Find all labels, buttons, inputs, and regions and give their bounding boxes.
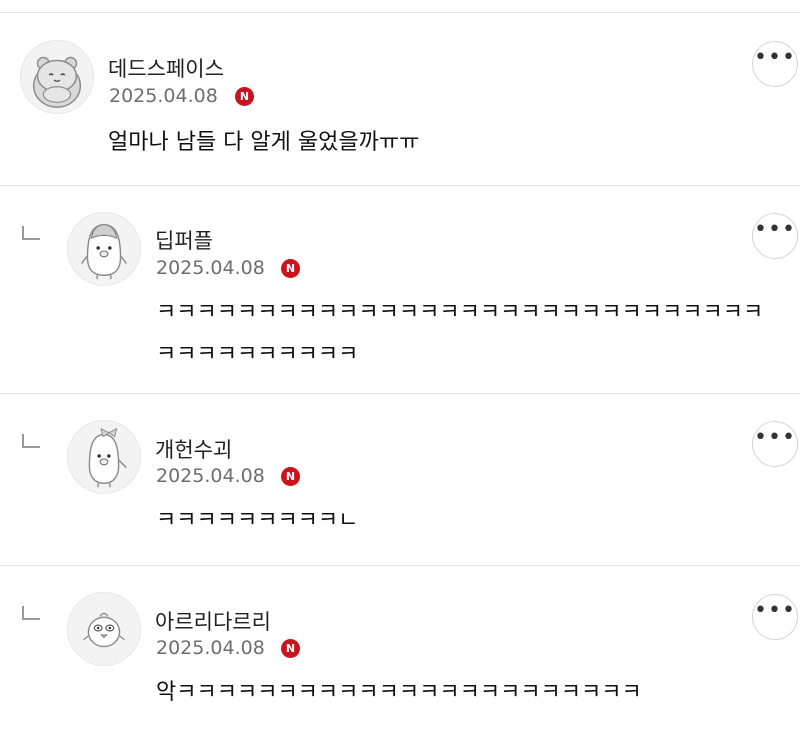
reply-item: 개헌수괴 2025.04.08 N ••• ㅋㅋㅋㅋㅋㅋㅋㅋㅋㄴ (0, 394, 800, 565)
more-options-button[interactable]: ••• (752, 41, 798, 87)
more-options-button[interactable]: ••• (752, 421, 798, 467)
comment-feed: 데드스페이스 2025.04.08 N ••• 얼마나 남들 다 알게 울었을까… (0, 0, 800, 743)
comment-date: 2025.04.08 (109, 85, 218, 107)
reply-indicator-icon (22, 606, 40, 620)
more-icon: ••• (754, 598, 796, 623)
reply-item: 아르리다르리 2025.04.08 N ••• 악ㅋㅋㅋㅋㅋㅋㅋㅋㅋㅋㅋㅋㅋㅋㅋ… (0, 566, 800, 743)
reply-indicator-icon (22, 226, 40, 240)
comment-item: 데드스페이스 2025.04.08 N ••• 얼마나 남들 다 알게 울었을까… (0, 13, 800, 185)
comment-text: ㅋㅋㅋㅋㅋㅋㅋㅋㅋㄴ (156, 508, 359, 533)
hamster-avatar-icon[interactable] (20, 40, 94, 114)
comment-text: ㅋㅋㅋㅋㅋㅋㅋㅋㅋㅋㅋㅋㅋㅋㅋㅋㅋㅋㅋㅋㅋㅋㅋㅋㅋㅋㅋㅋㅋㅋㅋㅋㅋㅋㅋㅋㅋㅋㅋㅋ (156, 300, 764, 367)
chick-avatar-icon[interactable] (67, 592, 141, 666)
comment-username[interactable]: 아르리다르리 (155, 606, 271, 636)
comment-username[interactable]: 데드스페이스 (108, 53, 224, 83)
comment-username[interactable]: 개헌수괴 (155, 434, 232, 464)
new-badge: N (281, 639, 300, 658)
penguin-bow-avatar-icon[interactable] (67, 420, 141, 494)
comment-username[interactable]: 딥퍼플 (155, 225, 213, 255)
reply-item: 딥퍼플 2025.04.08 N ••• ㅋㅋㅋㅋㅋㅋㅋㅋㅋㅋㅋㅋㅋㅋㅋㅋㅋㅋㅋ… (0, 186, 800, 393)
comment-date: 2025.04.08 (156, 465, 265, 487)
new-badge: N (281, 467, 300, 486)
comment-date: 2025.04.08 (156, 257, 265, 279)
more-options-button[interactable]: ••• (752, 594, 798, 640)
reply-indicator-icon (22, 434, 40, 448)
penguin-avatar-icon[interactable] (67, 212, 141, 286)
comment-text: 얼마나 남들 다 알게 울었을까ㅠㅠ (108, 130, 420, 155)
new-badge: N (235, 87, 254, 106)
new-badge: N (281, 259, 300, 278)
comment-text: 악ㅋㅋㅋㅋㅋㅋㅋㅋㅋㅋㅋㅋㅋㅋㅋㅋㅋㅋㅋㅋㅋㅋㅋ (156, 680, 642, 705)
more-icon: ••• (754, 425, 796, 450)
more-icon: ••• (754, 45, 796, 70)
comment-date: 2025.04.08 (156, 637, 265, 659)
more-options-button[interactable]: ••• (752, 213, 798, 259)
more-icon: ••• (754, 217, 796, 242)
